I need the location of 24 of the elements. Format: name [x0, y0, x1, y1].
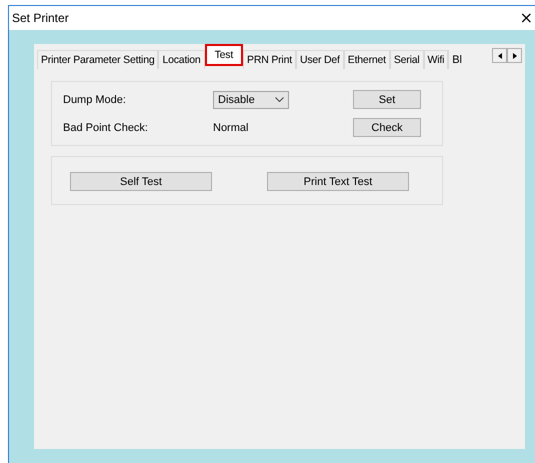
- scroll-left-button[interactable]: [492, 48, 507, 63]
- window-title: Set Printer: [12, 11, 69, 25]
- dump-mode-dropdown[interactable]: Disable: [213, 90, 289, 108]
- tab[interactable]: Location: [158, 50, 205, 69]
- tab[interactable]: Ethernet: [344, 50, 390, 69]
- check-button[interactable]: Check: [353, 118, 421, 137]
- tab[interactable]: Test: [204, 44, 244, 66]
- test-button[interactable]: Self Test: [70, 172, 212, 191]
- left-triangle-icon: [498, 52, 502, 58]
- tab[interactable]: Wifi: [424, 50, 448, 69]
- field-label: Bad Point Check:: [63, 122, 149, 134]
- field-label: Dump Mode:: [63, 94, 127, 106]
- chevron-down-icon: [275, 97, 284, 102]
- status-text: Normal: [213, 122, 250, 134]
- tab[interactable]: PRN Print: [243, 50, 296, 69]
- tab[interactable]: User Def: [296, 50, 344, 69]
- tab[interactable]: Bl: [448, 50, 462, 69]
- tab[interactable]: Serial: [390, 50, 424, 69]
- set-button[interactable]: Set: [353, 90, 421, 109]
- test-button[interactable]: Print Text Test: [267, 172, 409, 191]
- scroll-right-button[interactable]: [507, 48, 522, 63]
- close-button[interactable]: ×: [520, 10, 533, 26]
- tab[interactable]: Printer Parameter Setting: [37, 50, 158, 69]
- right-triangle-icon: [512, 52, 516, 58]
